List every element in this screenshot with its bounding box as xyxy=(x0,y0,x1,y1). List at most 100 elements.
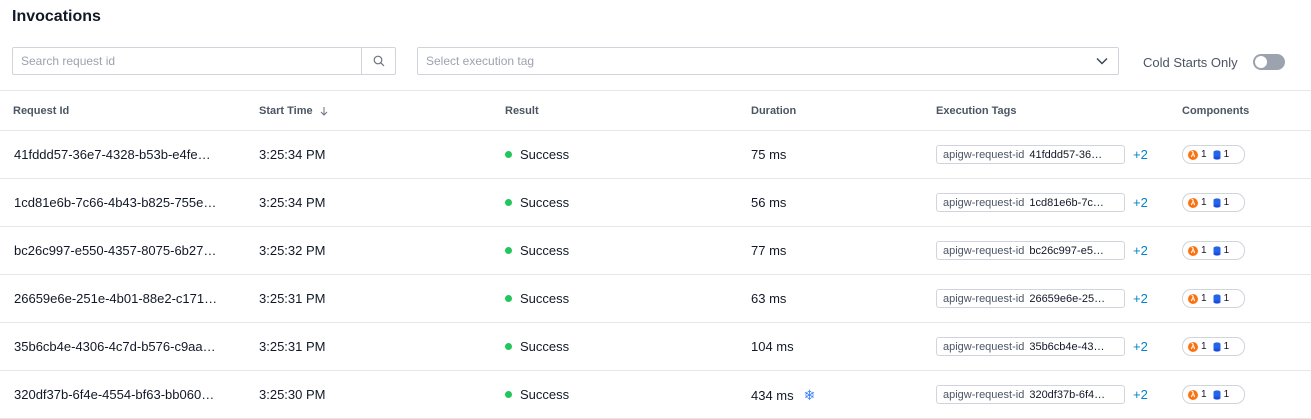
lambda-icon: λ xyxy=(1188,293,1198,304)
lambda-icon: λ xyxy=(1188,245,1198,256)
success-dot-icon xyxy=(505,391,512,398)
request-id[interactable]: 35b6cb4e-4306-4c7d-b576-c9aa… xyxy=(14,339,216,354)
column-result[interactable]: Result xyxy=(505,105,539,117)
database-icon xyxy=(1213,389,1221,400)
toggle-knob xyxy=(1255,56,1267,68)
success-dot-icon xyxy=(505,295,512,302)
result-status: Success xyxy=(505,339,569,354)
start-time: 3:25:34 PM xyxy=(259,147,326,162)
more-tags-link[interactable]: +2 xyxy=(1133,387,1148,402)
request-id[interactable]: bc26c997-e550-4357-8075-6b27… xyxy=(14,243,216,258)
lambda-icon: λ xyxy=(1188,389,1198,400)
execution-tags: apigw-request-id 26659e6e-25… +2 xyxy=(936,289,1148,308)
cold-starts-label: Cold Starts Only xyxy=(1143,55,1238,70)
database-icon xyxy=(1213,245,1221,256)
column-execution-tags: Execution Tags xyxy=(936,105,1017,117)
table-row[interactable]: bc26c997-e550-4357-8075-6b27… 3:25:32 PM… xyxy=(0,227,1311,275)
table-row[interactable]: 41fddd57-36e7-4328-b53b-e4fe… 3:25:34 PM… xyxy=(0,131,1311,179)
table-row[interactable]: 35b6cb4e-4306-4c7d-b576-c9aa… 3:25:31 PM… xyxy=(0,323,1311,371)
search-button[interactable] xyxy=(361,48,395,74)
duration: 75 ms xyxy=(751,147,787,162)
execution-tag[interactable]: apigw-request-id bc26c997-e5… xyxy=(936,241,1125,260)
column-start-time-label: Start Time xyxy=(259,105,313,117)
success-dot-icon xyxy=(505,151,512,158)
database-icon xyxy=(1213,197,1221,208)
database-icon xyxy=(1213,293,1221,304)
column-components: Components xyxy=(1182,105,1250,117)
success-dot-icon xyxy=(505,343,512,350)
search-input[interactable] xyxy=(13,48,361,74)
result-status: Success xyxy=(505,195,569,210)
components: λ 1 1 xyxy=(1182,145,1245,164)
start-time: 3:25:32 PM xyxy=(259,243,326,258)
execution-tag[interactable]: apigw-request-id 35b6cb4e-43… xyxy=(936,337,1125,356)
invocations-table: Request Id Start Time Result Duration Ex… xyxy=(0,90,1311,419)
search-box xyxy=(12,47,396,75)
lambda-icon: λ xyxy=(1188,197,1198,208)
execution-tags: apigw-request-id bc26c997-e5… +2 xyxy=(936,241,1148,260)
database-icon xyxy=(1213,149,1221,160)
components-badge[interactable]: λ 1 1 xyxy=(1182,385,1245,404)
lambda-icon: λ xyxy=(1188,341,1198,352)
duration: 104 ms xyxy=(751,339,794,354)
lambda-icon: λ xyxy=(1188,149,1198,160)
column-request-id[interactable]: Request Id xyxy=(13,105,69,117)
request-id[interactable]: 320df37b-6f4e-4554-bf63-bb060… xyxy=(14,387,214,402)
table-body: 41fddd57-36e7-4328-b53b-e4fe… 3:25:34 PM… xyxy=(0,131,1311,419)
search-icon xyxy=(373,55,384,67)
execution-tag[interactable]: apigw-request-id 41fddd57-36… xyxy=(936,145,1125,164)
table-header: Request Id Start Time Result Duration Ex… xyxy=(0,90,1311,131)
result-status: Success xyxy=(505,147,569,162)
page-title: Invocations xyxy=(12,8,101,25)
start-time: 3:25:34 PM xyxy=(259,195,326,210)
components: λ 1 1 xyxy=(1182,193,1245,212)
more-tags-link[interactable]: +2 xyxy=(1133,339,1148,354)
table-row[interactable]: 26659e6e-251e-4b01-88e2-c171… 3:25:31 PM… xyxy=(0,275,1311,323)
success-dot-icon xyxy=(505,247,512,254)
database-icon xyxy=(1213,341,1221,352)
column-start-time[interactable]: Start Time xyxy=(259,105,329,117)
components-badge[interactable]: λ 1 1 xyxy=(1182,241,1245,260)
execution-tag[interactable]: apigw-request-id 320df37b-6f4… xyxy=(936,385,1125,404)
execution-tag[interactable]: apigw-request-id 26659e6e-25… xyxy=(936,289,1125,308)
execution-tags: apigw-request-id 41fddd57-36… +2 xyxy=(936,145,1148,164)
request-id[interactable]: 41fddd57-36e7-4328-b53b-e4fe… xyxy=(14,147,211,162)
more-tags-link[interactable]: +2 xyxy=(1133,291,1148,306)
arrow-down-icon xyxy=(320,107,327,116)
more-tags-link[interactable]: +2 xyxy=(1133,147,1148,162)
execution-tag[interactable]: apigw-request-id 1cd81e6b-7c… xyxy=(936,193,1125,212)
cold-starts-toggle[interactable] xyxy=(1253,54,1285,70)
execution-tags: apigw-request-id 35b6cb4e-43… +2 xyxy=(936,337,1148,356)
result-status: Success xyxy=(505,291,569,306)
table-row[interactable]: 320df37b-6f4e-4554-bf63-bb060… 3:25:30 P… xyxy=(0,371,1311,419)
snowflake-icon: ❄ xyxy=(803,387,816,403)
components-badge[interactable]: λ 1 1 xyxy=(1182,145,1245,164)
components-badge[interactable]: λ 1 1 xyxy=(1182,289,1245,308)
success-dot-icon xyxy=(505,199,512,206)
duration: 77 ms xyxy=(751,243,787,258)
duration: 56 ms xyxy=(751,195,787,210)
components: λ 1 1 xyxy=(1182,385,1245,404)
duration: 63 ms xyxy=(751,291,787,306)
components: λ 1 1 xyxy=(1182,241,1245,260)
execution-tags: apigw-request-id 320df37b-6f4… +2 xyxy=(936,385,1148,404)
start-time: 3:25:30 PM xyxy=(259,387,326,402)
result-status: Success xyxy=(505,387,569,402)
components-badge[interactable]: λ 1 1 xyxy=(1182,193,1245,212)
request-id[interactable]: 26659e6e-251e-4b01-88e2-c171… xyxy=(14,291,217,306)
components: λ 1 1 xyxy=(1182,289,1245,308)
components-badge[interactable]: λ 1 1 xyxy=(1182,337,1245,356)
more-tags-link[interactable]: +2 xyxy=(1133,195,1148,210)
execution-tag-placeholder: Select execution tag xyxy=(426,54,535,68)
start-time: 3:25:31 PM xyxy=(259,339,326,354)
request-id[interactable]: 1cd81e6b-7c66-4b43-b825-755e… xyxy=(14,195,216,210)
chevron-down-icon xyxy=(1096,58,1108,65)
table-row[interactable]: 1cd81e6b-7c66-4b43-b825-755e… 3:25:34 PM… xyxy=(0,179,1311,227)
result-status: Success xyxy=(505,243,569,258)
more-tags-link[interactable]: +2 xyxy=(1133,243,1148,258)
execution-tag-select[interactable]: Select execution tag xyxy=(417,47,1119,75)
execution-tags: apigw-request-id 1cd81e6b-7c… +2 xyxy=(936,193,1148,212)
column-duration[interactable]: Duration xyxy=(751,105,796,117)
duration: 434 ms ❄ xyxy=(751,387,816,403)
start-time: 3:25:31 PM xyxy=(259,291,326,306)
